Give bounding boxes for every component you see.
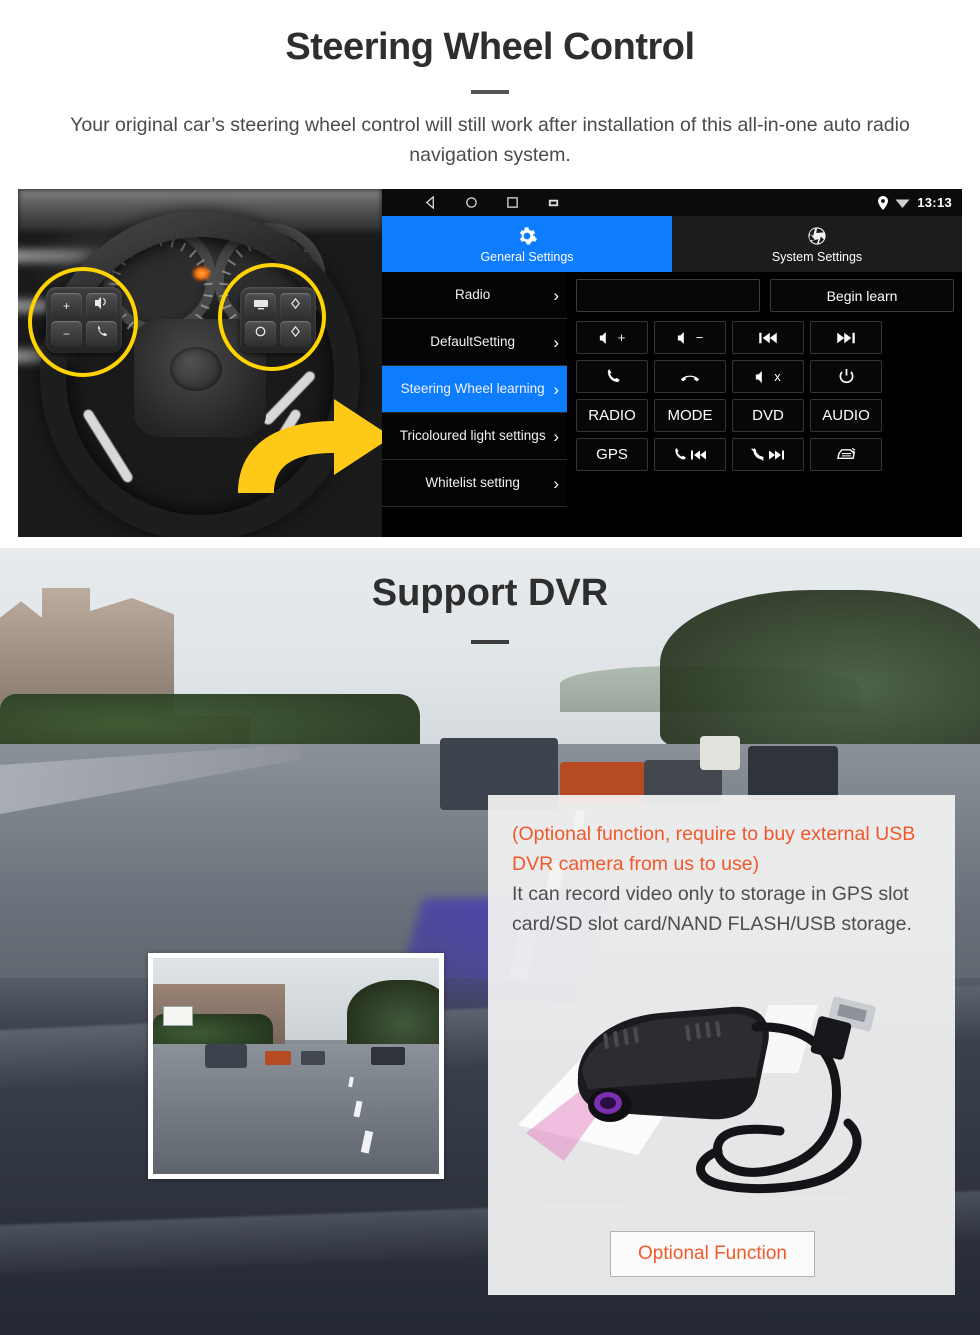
rear-camera-icon [836, 447, 855, 459]
power-icon [839, 368, 853, 384]
tab-general-settings[interactable]: General Settings [382, 216, 672, 272]
home-icon[interactable] [465, 196, 478, 209]
tab-system-settings[interactable]: System Settings [672, 216, 962, 272]
key-volume-up[interactable]: + [576, 321, 648, 354]
chevron-right-icon: › [553, 332, 559, 352]
screenshot-icon[interactable] [547, 196, 560, 209]
product-feature-page: Steering Wheel Control Your original car… [0, 0, 980, 1335]
steering-wheel-section: Steering Wheel Control Your original car… [0, 0, 980, 548]
settings-content: Radio › DefaultSetting › Steering Wheel … [382, 272, 962, 537]
android-head-unit-screen: 13:13 General Settings System Settings R… [382, 189, 962, 537]
key-power[interactable] [810, 360, 882, 393]
wifi-icon [895, 199, 910, 208]
back-icon[interactable] [424, 196, 437, 209]
settings-tabs: General Settings System Settings [382, 216, 962, 272]
chevron-right-icon: › [553, 285, 559, 305]
tab-system-settings-label: System Settings [771, 249, 863, 264]
status-indicators: 13:13 [878, 189, 952, 216]
menu-item-radio[interactable]: Radio › [382, 272, 567, 319]
key-gps[interactable]: GPS [576, 438, 648, 471]
key-volume-down[interactable]: − [654, 321, 726, 354]
key-radio[interactable]: RADIO [576, 399, 648, 432]
next-track-icon [837, 332, 855, 343]
optional-function-button[interactable]: Optional Function [610, 1231, 815, 1277]
key-call-reject-next[interactable] [732, 438, 804, 471]
menu-item-label: Steering Wheel learning [400, 381, 545, 396]
call-reject-icon [751, 448, 764, 461]
menu-item-tricoloured-light-settings[interactable]: Tricoloured light settings › [382, 413, 567, 460]
recents-icon[interactable] [506, 196, 519, 209]
call-answer-icon [607, 369, 620, 383]
pointer-arrow [230, 381, 382, 501]
dashcam-recording-inset [148, 953, 444, 1179]
steering-wheel-learning-panel: Begin learn + − x RADIO MODE DVD AUDIO G… [568, 272, 962, 537]
function-key-grid: + − x RADIO MODE DVD AUDIO GPS [576, 321, 954, 471]
menu-item-steering-wheel-learning[interactable]: Steering Wheel learning › [382, 366, 567, 413]
chevron-right-icon: › [553, 473, 559, 493]
key-call-previous[interactable] [654, 438, 726, 471]
tab-general-settings-label: General Settings [480, 249, 574, 264]
right-controls-highlight-circle [218, 263, 326, 371]
next-track-icon [769, 450, 784, 459]
airbag-emblem [170, 347, 222, 391]
status-clock: 13:13 [917, 195, 952, 210]
oncoming-car [748, 746, 838, 800]
gear-icon [519, 226, 537, 245]
menu-item-label: Tricoloured light settings [399, 428, 546, 443]
left-controls-highlight-circle [28, 267, 138, 377]
begin-learn-button[interactable]: Begin learn [770, 279, 954, 312]
key-call-answer[interactable] [576, 360, 648, 393]
call-answer-icon [675, 448, 686, 460]
usb-dvr-camera-image [518, 965, 938, 1215]
location-pin-icon [878, 195, 889, 210]
volume-up-icon [599, 331, 606, 344]
settings-menu-list: Radio › DefaultSetting › Steering Wheel … [382, 272, 568, 537]
dvr-title-divider [471, 640, 509, 644]
key-rear-camera[interactable] [810, 438, 882, 471]
distant-van [700, 736, 740, 770]
menu-item-whitelist-setting[interactable]: Whitelist setting › [382, 460, 567, 507]
menu-item-label: Radio [455, 287, 491, 302]
previous-track-icon [691, 450, 706, 459]
menu-item-label: Whitelist setting [425, 475, 520, 490]
learning-toolbar: Begin learn [576, 279, 954, 312]
key-dvd[interactable]: DVD [732, 399, 804, 432]
learned-key-input[interactable] [576, 279, 760, 312]
navigation-bar [424, 196, 560, 209]
section-subtitle: Your original car’s steering wheel contr… [70, 114, 910, 166]
page-title: Steering Wheel Control [285, 26, 695, 68]
menu-item-default-setting[interactable]: DefaultSetting › [382, 319, 567, 366]
android-status-bar: 13:13 [382, 189, 962, 216]
call-hangup-icon [680, 375, 700, 381]
steering-wheel-photo: + − [18, 189, 382, 537]
mute-icon [756, 370, 763, 383]
menu-item-label: DefaultSetting [430, 334, 516, 349]
key-call-hangup[interactable] [654, 360, 726, 393]
dvr-section-title: Support DVR [371, 572, 609, 614]
dvr-info-card: (Optional function, require to buy exter… [488, 795, 955, 1295]
chevron-right-icon: › [553, 379, 559, 399]
chevron-right-icon: › [553, 426, 559, 446]
key-next-track[interactable] [810, 321, 882, 354]
aperture-icon [808, 226, 826, 245]
volume-down-icon [677, 331, 684, 344]
key-audio[interactable]: AUDIO [810, 399, 882, 432]
previous-track-icon [759, 332, 777, 343]
key-mute[interactable]: x [732, 360, 804, 393]
key-previous-track[interactable] [732, 321, 804, 354]
dvr-note-body: It can record video only to storage in G… [512, 883, 912, 935]
dashcam-still-image [153, 958, 439, 1174]
dvr-note-accent: (Optional function, require to buy exter… [512, 823, 916, 875]
key-mode[interactable]: MODE [654, 399, 726, 432]
dvr-note: (Optional function, require to buy exter… [512, 819, 932, 939]
feature-screenshot: + − 13:13 General Settings System Settin… [18, 189, 962, 537]
title-divider [471, 90, 509, 94]
